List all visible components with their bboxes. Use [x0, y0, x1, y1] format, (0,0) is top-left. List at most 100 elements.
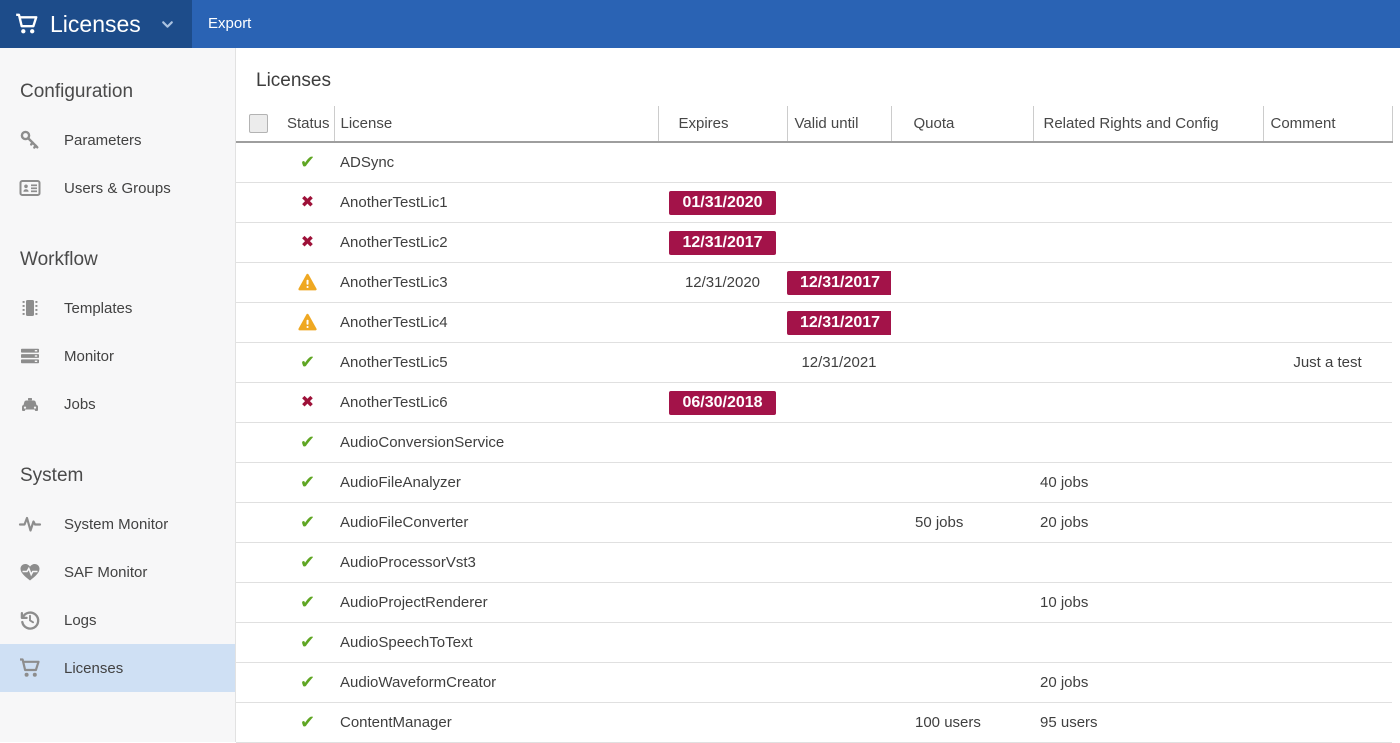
row-select-cell[interactable] — [236, 543, 281, 583]
table-row[interactable]: AnotherTestLic3 12/31/2020 12/31/2017 — [236, 263, 1392, 303]
date-badge: 06/30/2018 — [669, 391, 775, 415]
row-select-cell[interactable] — [236, 463, 281, 503]
server-icon — [18, 344, 42, 368]
sidebar-item-monitor[interactable]: Monitor — [0, 332, 235, 380]
table-row[interactable]: ✔ AudioSpeechToText — [236, 623, 1392, 663]
comment-cell: Just a test — [1263, 343, 1392, 383]
quota-cell — [891, 142, 1033, 183]
valid-until-cell: 12/31/2017 — [787, 263, 891, 303]
table-row[interactable]: ✖ AnotherTestLic6 06/30/2018 — [236, 383, 1392, 423]
comment-cell — [1263, 503, 1392, 543]
row-select-cell[interactable] — [236, 263, 281, 303]
column-header-valid-until[interactable]: Valid until — [787, 106, 891, 142]
row-select-cell[interactable] — [236, 503, 281, 543]
row-select-cell[interactable] — [236, 183, 281, 223]
cell-value: 40 jobs — [1040, 474, 1088, 491]
column-header-status[interactable]: Status — [281, 106, 334, 142]
status-cell: ✖ — [281, 183, 334, 223]
related-rights-cell — [1033, 263, 1263, 303]
row-select-cell[interactable] — [236, 223, 281, 263]
row-select-cell[interactable] — [236, 383, 281, 423]
app-menu-button[interactable]: Licenses — [0, 0, 192, 48]
select-all-checkbox[interactable] — [249, 114, 268, 133]
table-row[interactable]: ✔ AudioFileConverter 50 jobs 20 jobs — [236, 503, 1392, 543]
table-row[interactable]: ✔ AudioProcessorVst3 — [236, 543, 1392, 583]
valid-until-cell — [787, 623, 891, 663]
column-header-license[interactable]: License — [334, 106, 658, 142]
cell-value: AudioFileAnalyzer — [340, 474, 461, 491]
row-select-cell[interactable] — [236, 623, 281, 663]
comment-cell — [1263, 183, 1392, 223]
expires-cell — [658, 303, 787, 343]
status-cell — [281, 303, 334, 343]
sidebar: Configuration Parameters — [0, 48, 236, 742]
row-select-cell[interactable] — [236, 303, 281, 343]
row-select-cell[interactable] — [236, 703, 281, 743]
table-row[interactable]: ✔ ADSync — [236, 142, 1392, 183]
cell-value: AudioFileConverter — [340, 514, 468, 531]
sidebar-item-saf-monitor[interactable]: SAF Monitor — [0, 548, 235, 596]
status-ok-icon: ✔ — [300, 433, 315, 451]
sidebar-item-templates[interactable]: Templates — [0, 284, 235, 332]
sidebar-item-parameters[interactable]: Parameters — [0, 116, 235, 164]
license-name-cell: AnotherTestLic4 — [334, 303, 658, 343]
row-select-cell[interactable] — [236, 663, 281, 703]
sidebar-item-system-monitor[interactable]: System Monitor — [0, 500, 235, 548]
table-row[interactable]: ✔ AudioWaveformCreator 20 jobs — [236, 663, 1392, 703]
cell-value: AudioProjectRenderer — [340, 594, 488, 611]
date-badge: 12/31/2017 — [787, 271, 891, 295]
license-name-cell: ADSync — [334, 142, 658, 183]
cell-value: AudioWaveformCreator — [340, 674, 496, 691]
row-select-cell[interactable] — [236, 343, 281, 383]
cell-value: ContentManager — [340, 714, 452, 731]
table-row[interactable]: ✔ AudioConversionService — [236, 423, 1392, 463]
related-rights-cell — [1033, 343, 1263, 383]
table-row[interactable]: AnotherTestLic4 12/31/2017 — [236, 303, 1392, 343]
column-header-quota[interactable]: Quota — [891, 106, 1033, 142]
quota-cell — [891, 423, 1033, 463]
cell-value: ADSync — [340, 154, 394, 171]
license-name-cell: AudioSpeechToText — [334, 623, 658, 663]
cell-value: 20 jobs — [1040, 674, 1088, 691]
comment-cell — [1263, 263, 1392, 303]
related-rights-cell: 10 jobs — [1033, 583, 1263, 623]
sidebar-item-users-groups[interactable]: Users & Groups — [0, 164, 235, 212]
valid-until-cell — [787, 503, 891, 543]
row-select-cell[interactable] — [236, 142, 281, 183]
comment-cell — [1263, 663, 1392, 703]
status-warning-icon — [298, 313, 317, 332]
license-name-cell: AnotherTestLic2 — [334, 223, 658, 263]
menu-export[interactable]: Export — [192, 0, 267, 48]
status-cell: ✔ — [281, 583, 334, 623]
column-header-related-rights[interactable]: Related Rights and Config — [1033, 106, 1263, 142]
date-badge: 12/31/2017 — [787, 311, 891, 335]
valid-until-cell — [787, 703, 891, 743]
license-name-cell: AnotherTestLic5 — [334, 343, 658, 383]
table-row[interactable]: ✔ AudioFileAnalyzer 40 jobs — [236, 463, 1392, 503]
table-row[interactable]: ✔ AnotherTestLic5 12/31/2021 Just a test — [236, 343, 1392, 383]
cell-value: 12/31/2020 — [685, 274, 760, 291]
row-select-cell[interactable] — [236, 423, 281, 463]
cell-value: 12/31/2021 — [801, 354, 876, 371]
expires-cell — [658, 623, 787, 663]
sidebar-item-label: Monitor — [64, 348, 114, 365]
sidebar-item-logs[interactable]: Logs — [0, 596, 235, 644]
quota-cell — [891, 303, 1033, 343]
column-header-comment[interactable]: Comment — [1263, 106, 1392, 142]
column-header-expires[interactable]: Expires — [658, 106, 787, 142]
related-rights-cell: 40 jobs — [1033, 463, 1263, 503]
main-content: Licenses Status License Expires Valid un… — [236, 48, 1400, 742]
cell-value: AnotherTestLic3 — [340, 274, 448, 291]
cell-value: 100 users — [915, 714, 981, 731]
license-name-cell: AudioWaveformCreator — [334, 663, 658, 703]
section-title-workflow: Workflow — [0, 236, 235, 284]
sidebar-item-licenses[interactable]: Licenses — [0, 644, 235, 692]
sidebar-item-jobs[interactable]: Jobs — [0, 380, 235, 428]
date-badge: 12/31/2017 — [669, 231, 775, 255]
quota-cell — [891, 383, 1033, 423]
row-select-cell[interactable] — [236, 583, 281, 623]
table-row[interactable]: ✔ AudioProjectRenderer 10 jobs — [236, 583, 1392, 623]
table-row[interactable]: ✖ AnotherTestLic1 01/31/2020 — [236, 183, 1392, 223]
table-row[interactable]: ✔ ContentManager 100 users 95 users — [236, 703, 1392, 743]
table-row[interactable]: ✖ AnotherTestLic2 12/31/2017 — [236, 223, 1392, 263]
